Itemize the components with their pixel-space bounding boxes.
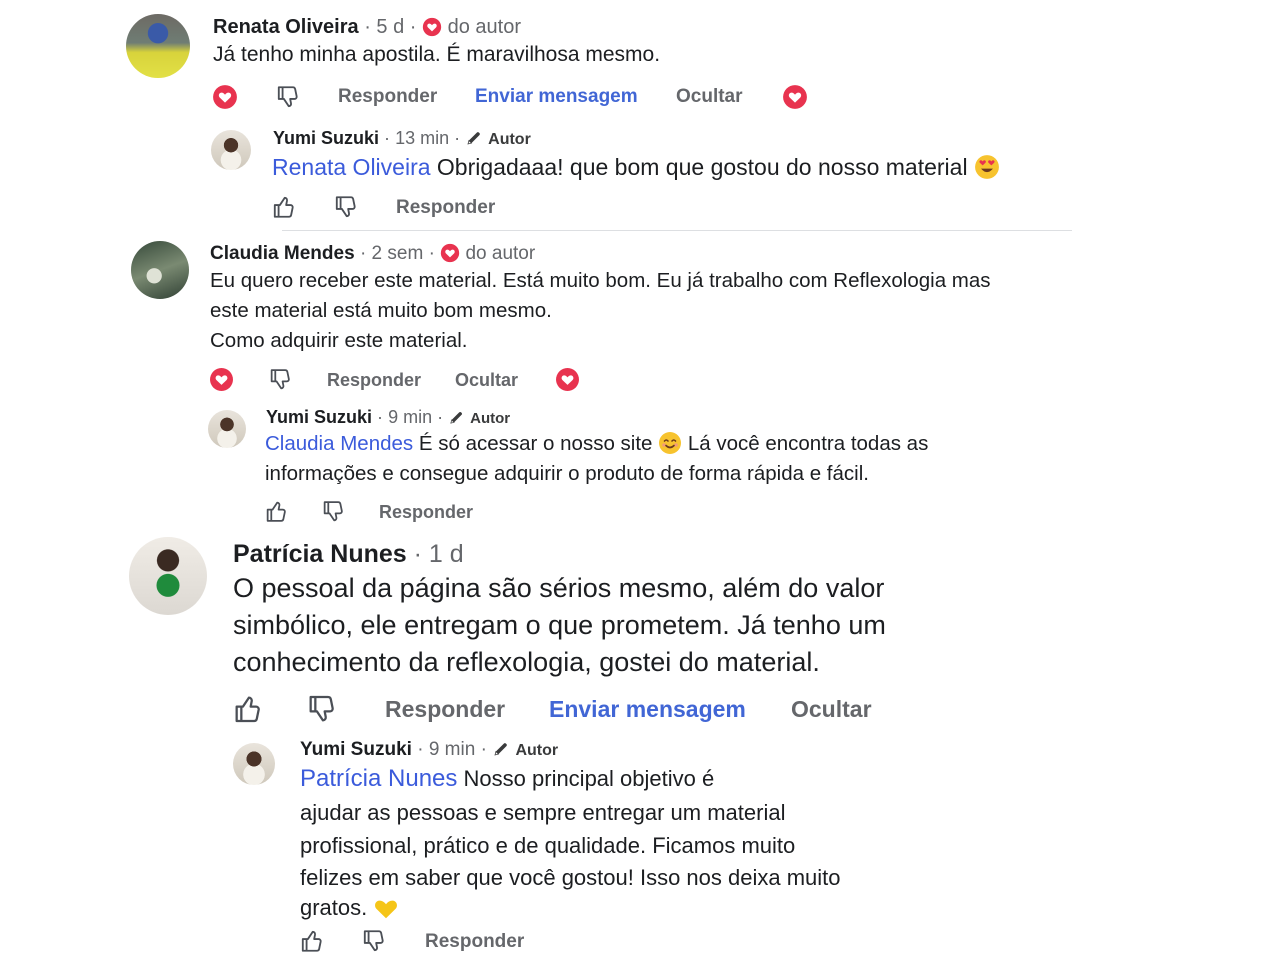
thumbs-down-icon[interactable] <box>321 499 346 524</box>
author-badge-label: do autor <box>447 16 521 38</box>
thumbs-down-icon[interactable] <box>361 928 387 954</box>
thumbs-up-icon[interactable] <box>232 693 264 725</box>
reply-text: Renata Oliveira Obrigadaaa! que bom que … <box>272 152 1000 182</box>
comment-text: Já tenho minha apostila. É maravilhosa m… <box>213 43 661 66</box>
thumbs-down-icon[interactable] <box>333 194 359 220</box>
thumbs-down-icon[interactable] <box>268 367 293 392</box>
thumbs-down-icon[interactable] <box>306 693 338 725</box>
divider <box>282 230 1072 231</box>
comment-text-line: este material está muito bom mesmo. <box>210 299 552 322</box>
reply-text: Claudia Mendes É só acessar o nosso site… <box>265 431 929 455</box>
thumbs-down-icon[interactable] <box>275 84 301 110</box>
reply-text-line: informações e consegue adquirir o produt… <box>265 462 869 485</box>
mention-link[interactable]: Patrícia Nunes <box>300 765 457 792</box>
reply-button[interactable]: Responder <box>338 86 437 108</box>
hide-button[interactable]: Ocultar <box>455 370 518 391</box>
yellow-heart-emoji <box>373 895 399 921</box>
reply-author[interactable]: Yumi Suzuki <box>273 128 379 148</box>
comment-text-line: Como adquirir este material. <box>210 329 468 352</box>
reply-author[interactable]: Yumi Suzuki <box>300 739 412 760</box>
comment-header: Renata Oliveira · 5 d · do autor <box>213 16 521 38</box>
comment-time[interactable]: 2 sem <box>372 243 424 264</box>
comment-time[interactable]: 5 d <box>376 16 404 38</box>
reply-time[interactable]: 9 min <box>388 407 432 427</box>
author-badge-label: do autor <box>465 243 536 264</box>
reply-text-line: ajudar as pessoas e sempre entregar um m… <box>300 800 786 825</box>
heart-eyes-emoji <box>974 154 1000 180</box>
avatar[interactable] <box>233 743 275 785</box>
author-role: Autor <box>515 742 559 759</box>
avatar[interactable] <box>129 537 207 615</box>
hide-button[interactable]: Ocultar <box>791 696 872 723</box>
reply-button[interactable]: Responder <box>379 502 473 523</box>
reply-button[interactable]: Responder <box>385 696 505 723</box>
reply-text-line: profissional, prático e de qualidade. Fi… <box>300 833 796 858</box>
reply-button[interactable]: Responder <box>425 931 524 953</box>
pencil-icon <box>448 409 465 426</box>
pencil-icon <box>465 129 483 147</box>
comment-header: Claudia Mendes · 2 sem · do autor <box>210 243 536 264</box>
mention-link[interactable]: Renata Oliveira <box>272 154 431 180</box>
reply-header: Yumi Suzuki · 9 min · Autor <box>300 739 559 760</box>
comment-text-line: O pessoal da página são sérios mesmo, al… <box>233 573 885 603</box>
avatar[interactable] <box>131 241 189 299</box>
send-message-button[interactable]: Enviar mensagem <box>475 86 638 108</box>
comment-header: Patrícia Nunes · 1 d <box>233 540 464 568</box>
thumbs-up-icon[interactable] <box>264 499 289 524</box>
reply-button[interactable]: Responder <box>327 370 421 391</box>
reply-text-line: gratos. <box>300 893 399 923</box>
pencil-icon <box>492 740 510 758</box>
thumbs-up-icon[interactable] <box>271 194 297 220</box>
comment-time[interactable]: 1 d <box>429 540 464 568</box>
reply-time[interactable]: 9 min <box>429 739 475 760</box>
comment-author[interactable]: Claudia Mendes <box>210 243 355 264</box>
avatar[interactable] <box>208 410 246 448</box>
smile-emoji <box>658 431 682 455</box>
heart-icon[interactable] <box>212 84 238 110</box>
reply-text: Patrícia Nunes Nosso principal objetivo … <box>300 765 715 792</box>
comment-text-line: simbólico, ele entregam o que prometem. … <box>233 610 886 640</box>
heart-icon <box>440 243 460 263</box>
author-role: Autor <box>488 131 531 148</box>
comment-author[interactable]: Patrícia Nunes <box>233 540 407 568</box>
reply-text-line: felizes em saber que você gostou! Isso n… <box>300 865 841 890</box>
reply-button[interactable]: Responder <box>396 197 495 219</box>
send-message-button[interactable]: Enviar mensagem <box>549 696 746 723</box>
mention-link[interactable]: Claudia Mendes <box>265 432 413 455</box>
reply-author[interactable]: Yumi Suzuki <box>266 407 372 427</box>
heart-icon[interactable] <box>555 367 580 392</box>
heart-icon[interactable] <box>209 367 234 392</box>
reply-time[interactable]: 13 min <box>395 128 449 148</box>
avatar[interactable] <box>126 14 190 78</box>
hide-button[interactable]: Ocultar <box>676 86 743 108</box>
comment-author[interactable]: Renata Oliveira <box>213 16 359 38</box>
avatar[interactable] <box>211 130 251 170</box>
author-role: Autor <box>470 410 511 427</box>
reply-header: Yumi Suzuki · 13 min · Autor <box>273 128 531 148</box>
comment-text-line: conhecimento da reflexologia, gostei do … <box>233 647 820 677</box>
heart-icon[interactable] <box>782 84 808 110</box>
reply-header: Yumi Suzuki · 9 min · Autor <box>266 407 511 427</box>
heart-icon <box>422 17 442 37</box>
comment-text-line: Eu quero receber este material. Está mui… <box>210 269 991 292</box>
thumbs-up-icon[interactable] <box>299 928 325 954</box>
